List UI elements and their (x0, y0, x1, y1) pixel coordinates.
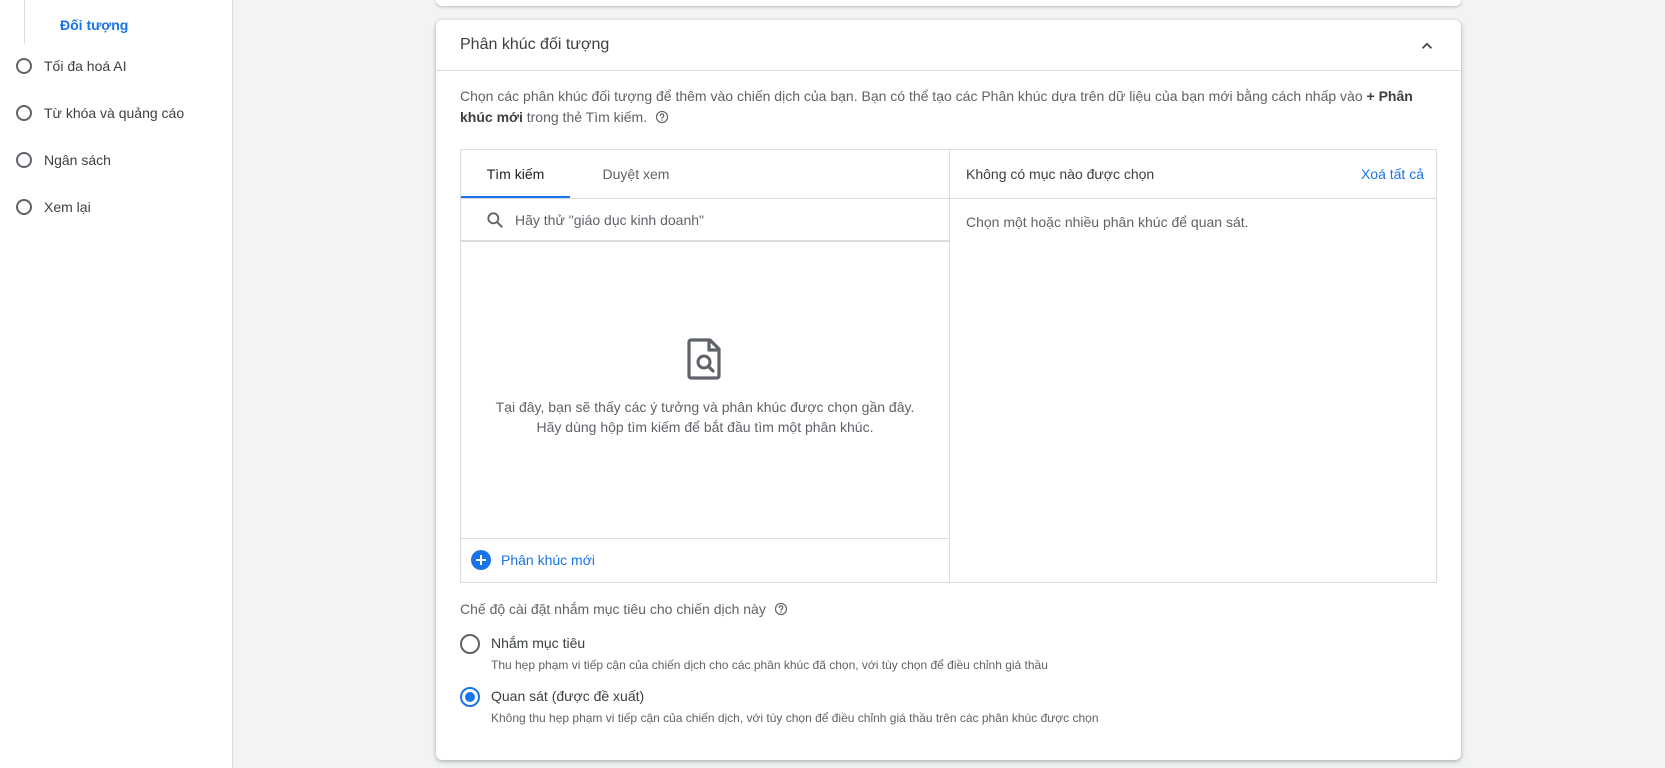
step-circle-icon (16, 58, 32, 74)
radio-subtitle: Thu hẹp phạm vi tiếp cận của chiến dịch … (491, 658, 1048, 672)
empty-state: Tại đây, bạn sẽ thấy các ý tưởng và phân… (461, 242, 949, 538)
empty-state-text: Tại đây, bạn sẽ thấy các ý tưởng và phân… (461, 397, 949, 437)
targeting-setting-label: Chế độ cài đặt nhắm mục tiêu cho chiến d… (460, 601, 788, 617)
empty-state-line2: Hãy dùng hộp tìm kiếm để bắt đầu tìm một… (536, 419, 874, 435)
step-circle-icon (16, 105, 32, 121)
radio-button-targeting[interactable] (460, 634, 480, 654)
help-icon[interactable] (655, 110, 669, 124)
chevron-up-icon[interactable] (1417, 36, 1437, 56)
help-icon[interactable] (774, 602, 788, 616)
new-segment-label: Phân khúc mới (501, 552, 596, 568)
sidebar-step-ai-max[interactable]: Tối đa hoá AI (16, 58, 127, 74)
radio-title: Quan sát (được đề xuất) (491, 688, 645, 704)
selected-empty-message: Chọn một hoặc nhiều phân khúc để quan sá… (966, 214, 1249, 230)
segment-search-input[interactable] (513, 206, 937, 234)
description-text-end: trong thẻ Tìm kiếm. (526, 109, 648, 125)
step-circle-icon (16, 152, 32, 168)
selected-title: Không có mục nào được chọn (966, 166, 1155, 182)
segment-picker: Tìm kiếm Duyệt xem Tại đây, bạn sẽ (460, 149, 1437, 583)
plus-circle-icon (471, 550, 491, 570)
picker-right-pane: Không có mục nào được chọn Xoá tất cả Ch… (950, 150, 1436, 582)
empty-state-line1: Tại đây, bạn sẽ thấy các ý tưởng và phân… (495, 399, 915, 415)
sidebar-step-label: Tối đa hoá AI (44, 58, 127, 74)
new-segment-button[interactable]: Phân khúc mới (461, 538, 949, 582)
card-title: Phân khúc đối tượng (460, 36, 610, 53)
step-circle-icon (16, 199, 32, 215)
sidebar-subitem-audience[interactable]: Đối tượng (60, 17, 128, 33)
sidebar-step-label: Ngân sách (44, 152, 111, 168)
description-text: Chọn các phân khúc đối tượng để thêm vào… (460, 88, 1363, 104)
search-row (461, 198, 949, 242)
picker-tabs: Tìm kiếm Duyệt xem (461, 150, 949, 199)
sidebar-step-budget[interactable]: Ngân sách (16, 152, 111, 168)
targeting-label-text: Chế độ cài đặt nhắm mục tiêu cho chiến d… (460, 601, 766, 617)
previous-card-edge (436, 0, 1461, 6)
sidebar-step-label: Xem lại (44, 199, 91, 215)
document-search-icon (687, 338, 721, 380)
card-header[interactable]: Phân khúc đối tượng (436, 20, 1461, 71)
tab-browse[interactable]: Duyệt xem (591, 150, 681, 198)
audience-segments-card: Phân khúc đối tượng Chọn các phân khúc đ… (436, 20, 1461, 760)
radio-button-observation[interactable] (460, 687, 480, 707)
selected-header: Không có mục nào được chọn Xoá tất cả (950, 150, 1436, 199)
card-description: Chọn các phân khúc đối tượng để thêm vào… (460, 86, 1438, 128)
radio-title: Nhắm mục tiêu (491, 635, 586, 651)
sidebar: Đối tượng Tối đa hoá AI Từ khóa và quảng… (0, 0, 233, 768)
sidebar-step-review[interactable]: Xem lại (16, 199, 91, 215)
tab-search[interactable]: Tìm kiếm (461, 150, 570, 198)
clear-all-link[interactable]: Xoá tất cả (1361, 166, 1424, 182)
radio-subtitle: Không thu hẹp phạm vi tiếp cận của chiến… (491, 711, 1099, 725)
sidebar-step-keywords-ads[interactable]: Từ khóa và quảng cáo (16, 105, 184, 121)
step-connector (24, 0, 25, 44)
search-icon (487, 212, 503, 228)
sidebar-step-label: Từ khóa và quảng cáo (44, 105, 185, 121)
picker-left-pane: Tìm kiếm Duyệt xem Tại đây, bạn sẽ (461, 150, 950, 582)
